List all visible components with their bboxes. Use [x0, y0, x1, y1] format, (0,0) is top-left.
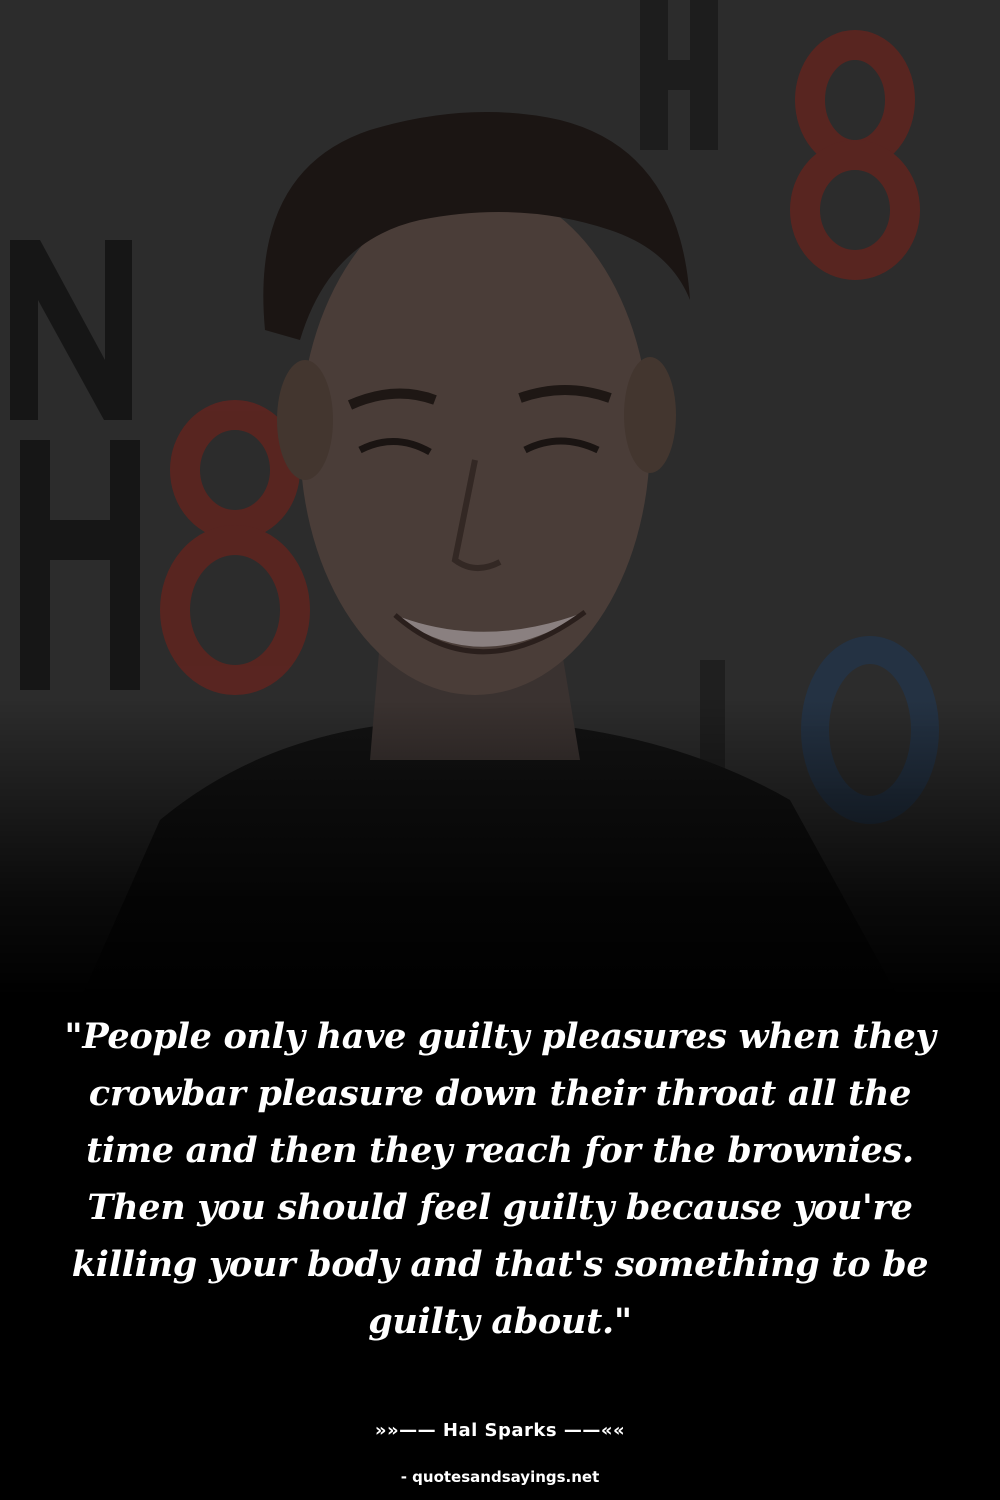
- source-watermark: - quotesandsayings.net: [400, 1468, 600, 1486]
- background-photo: [0, 0, 1000, 1000]
- quote-card: "People only have guilty pleasures when …: [0, 0, 1000, 1500]
- person-face: [300, 185, 650, 695]
- quote-text: "People only have guilty pleasures when …: [64, 1016, 936, 1342]
- author-line: »»—— Hal Sparks ——««: [374, 1420, 626, 1441]
